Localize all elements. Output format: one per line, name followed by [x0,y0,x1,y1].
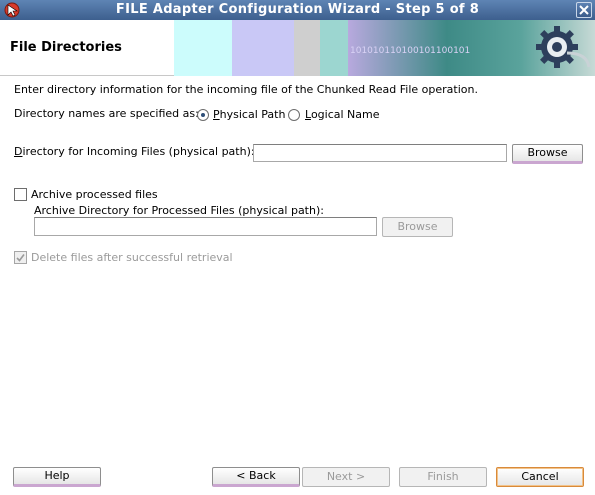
archive-dir-label: Archive Directory for Processed Files (p… [34,204,324,217]
wizard-content: Enter directory information for the inco… [0,76,595,456]
browse-archive-label: Browse [397,220,438,233]
cancel-button[interactable]: Cancel [496,467,584,487]
dir-names-label: Directory names are specified as: [14,107,199,120]
delete-checkbox[interactable] [14,251,27,264]
wizard-header: File Directories 101010110100101100101 [0,20,595,76]
next-button[interactable]: Next > [302,467,390,487]
incoming-dir-rest: irectory for Incoming Files (physical pa… [22,145,255,158]
back-button[interactable]: < Back [212,467,300,487]
archive-checkbox[interactable] [14,188,27,201]
header-banner: 101010110100101100101 [174,20,595,76]
next-label: Next > [326,470,366,483]
physical-path-rest: hysical Path [219,108,286,121]
finish-label: Finish [427,470,459,483]
wizard-footer: Help < Back Next > Finish Cancel [0,456,595,495]
logical-name-radio[interactable] [288,109,300,121]
archive-dir-field[interactable] [34,217,377,236]
finish-button[interactable]: Finish [399,467,487,487]
physical-path-radio[interactable] [197,109,209,121]
page-title: File Directories [10,40,122,55]
browse-archive-button[interactable]: Browse [382,217,453,237]
logical-name-rest: ogical Name [310,108,380,121]
physical-path-label[interactable]: Physical Path [213,108,285,121]
delete-label: Delete files after successful retrieval [31,251,233,264]
logical-name-label[interactable]: Logical Name [305,108,380,121]
window-titlebar: FILE Adapter Configuration Wizard - Step… [0,0,595,20]
back-label: < Back [236,469,276,482]
cancel-label: Cancel [521,470,559,483]
window-title: FILE Adapter Configuration Wizard - Step… [115,2,480,17]
incoming-dir-field[interactable] [253,144,507,162]
browse-incoming-button[interactable]: Browse [512,144,583,164]
checkmark-icon [16,254,25,262]
archive-label[interactable]: Archive processed files [31,188,158,201]
browse-incoming-label: Browse [527,146,568,159]
help-button[interactable]: Help [13,467,101,487]
close-button[interactable] [576,2,592,18]
help-label: Help [44,469,70,482]
gear-icon [536,26,591,68]
close-icon [579,5,589,15]
incoming-dir-label: Directory for Incoming Files (physical p… [14,145,255,158]
intro-text: Enter directory information for the inco… [14,83,478,96]
